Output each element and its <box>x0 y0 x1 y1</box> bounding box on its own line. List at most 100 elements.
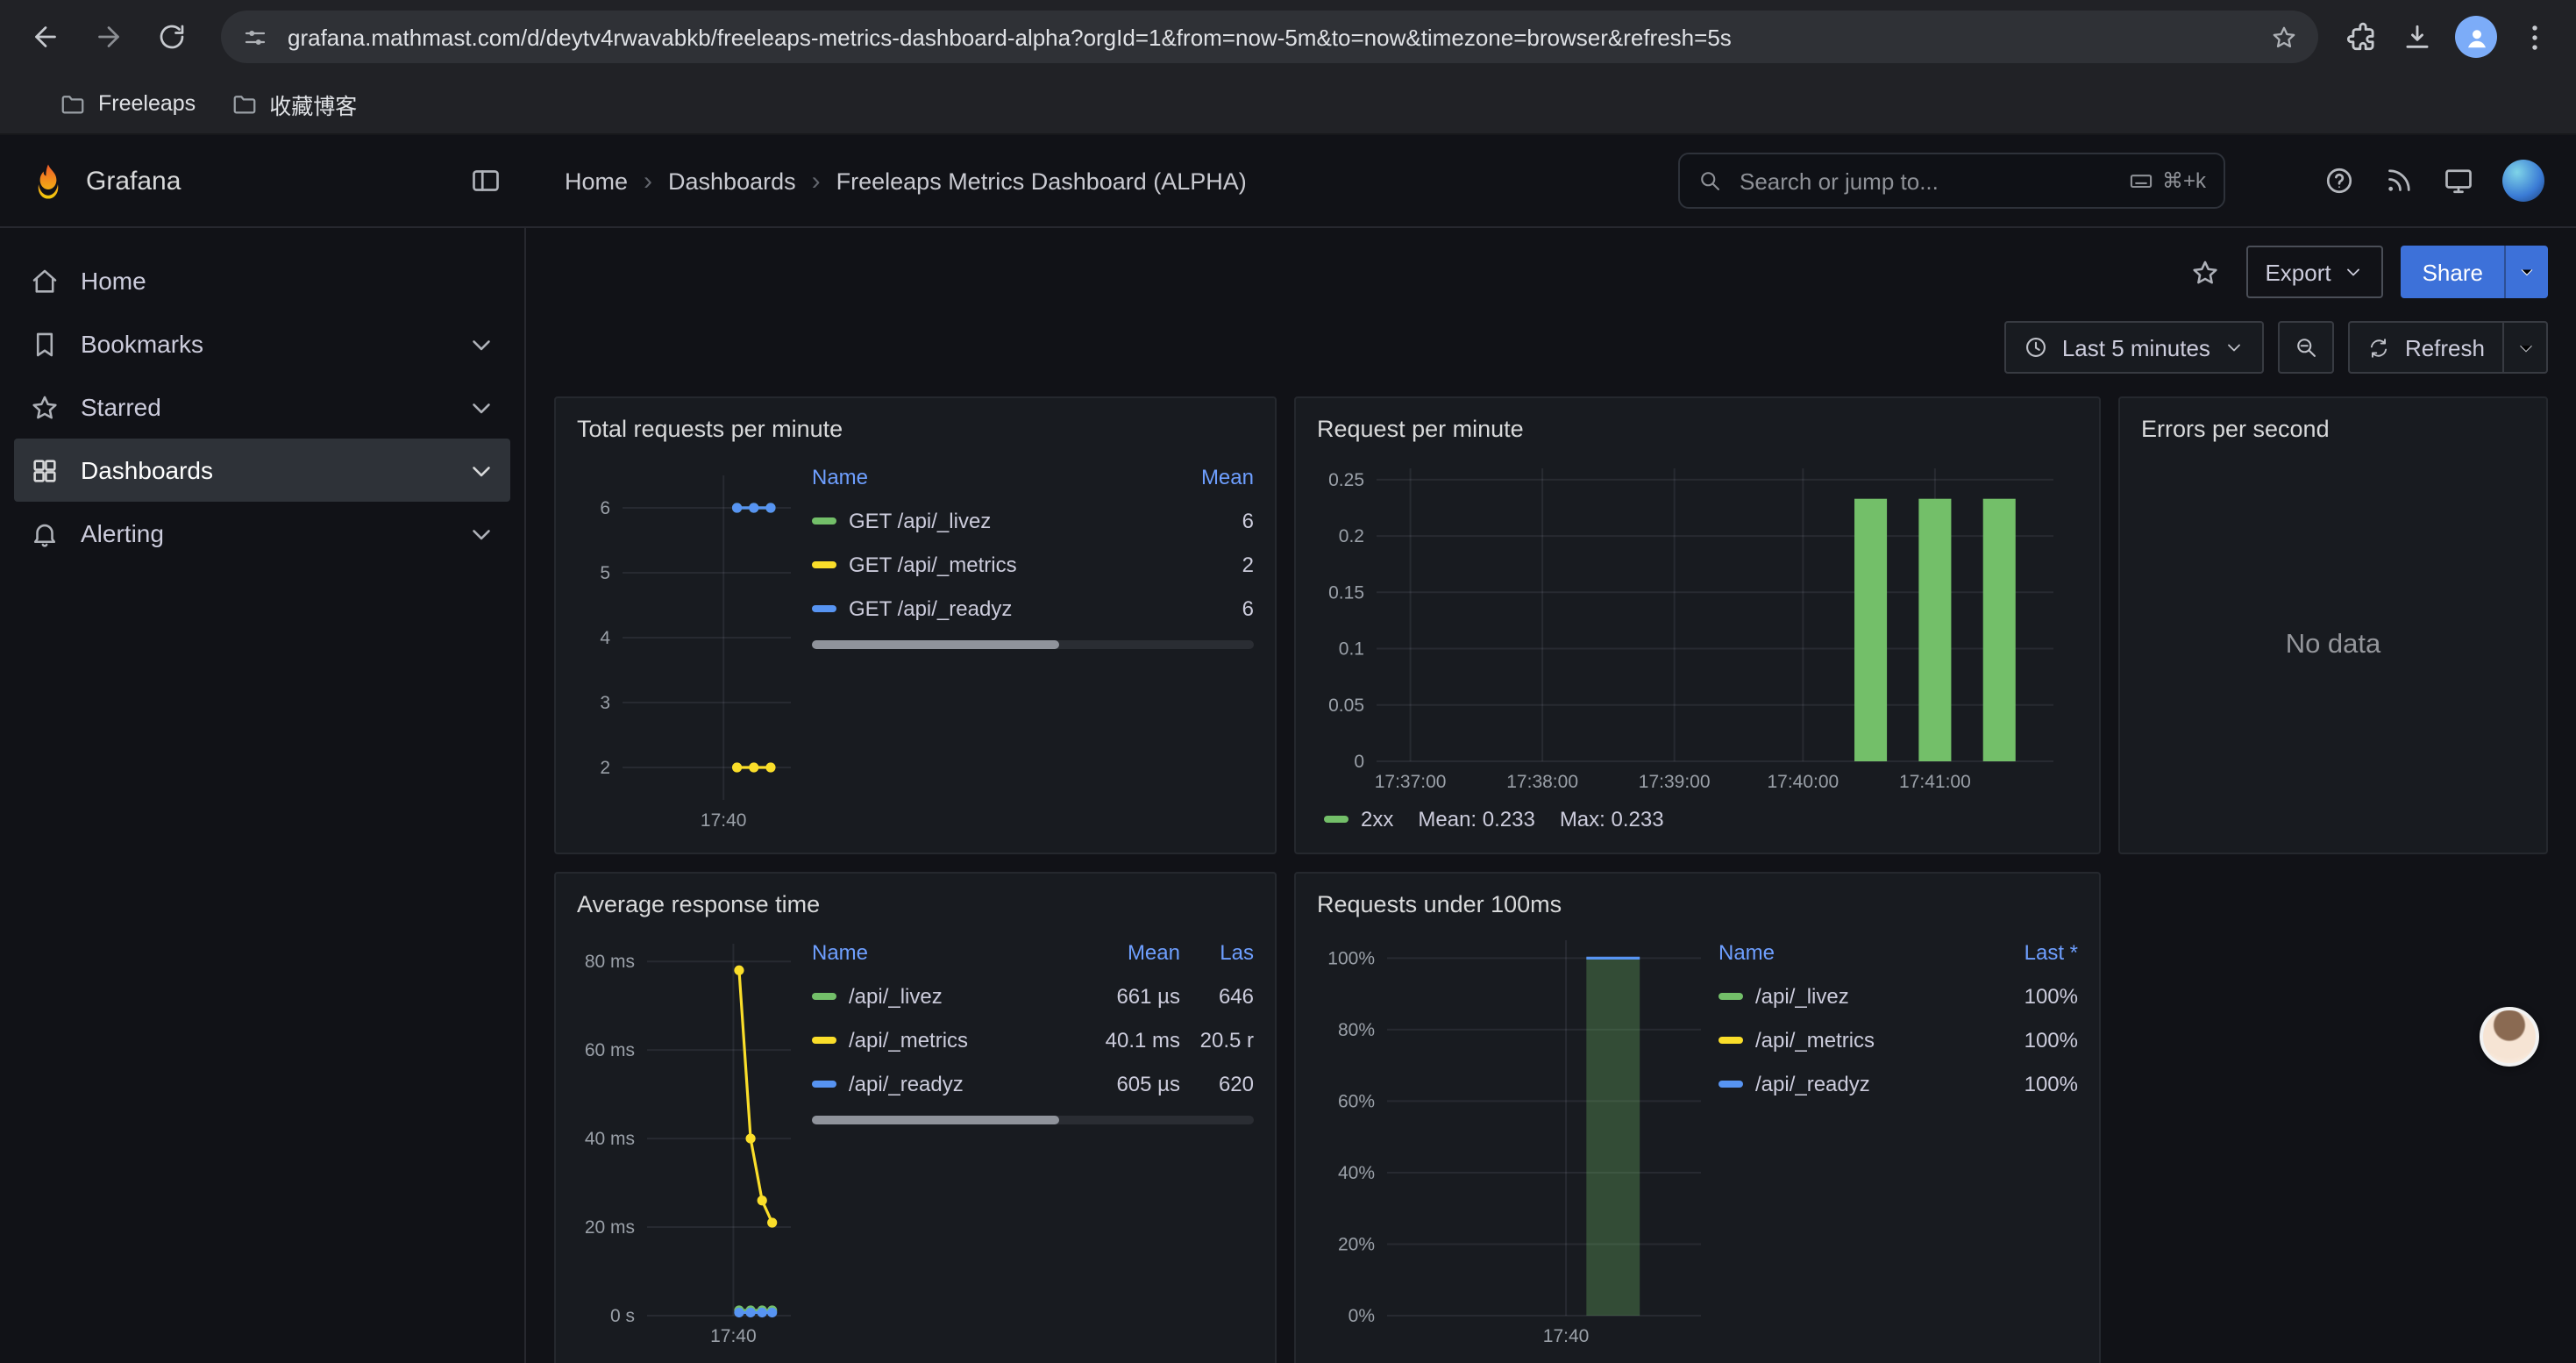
panel-request-per-minute[interactable]: Request per minute 0.250.20.150.10.05017… <box>1294 396 2101 854</box>
svg-text:17:40: 17:40 <box>710 1326 757 1346</box>
svg-text:20 ms: 20 ms <box>585 1217 635 1238</box>
svg-text:40 ms: 40 ms <box>585 1129 635 1149</box>
bookmark-folder-blogs[interactable]: 收藏博客 <box>231 87 357 120</box>
browser-profile-avatar[interactable] <box>2455 16 2497 58</box>
forward-button[interactable] <box>81 9 137 65</box>
scrollbar-thumb[interactable] <box>812 640 1059 649</box>
sidebar-item-home[interactable]: Home <box>14 249 510 312</box>
series-mean: 6 <box>1156 508 1254 532</box>
url-bar[interactable] <box>221 11 2318 63</box>
legend-row: GET /api/_readyz 6 <box>812 586 1254 630</box>
legend-table: Name Mean Las /api/_livez 661 µs 646 /ap… <box>812 926 1254 1124</box>
svg-text:3: 3 <box>600 693 610 713</box>
legend-scrollbar[interactable] <box>812 640 1254 649</box>
panel-title[interactable]: Requests under 100ms <box>1317 884 2078 926</box>
keyboard-icon <box>2129 168 2153 193</box>
series-last: 100% <box>1980 983 2078 1008</box>
panel-requests-under-100ms[interactable]: Requests under 100ms 100%80%60%40%20%0%1… <box>1294 872 2101 1363</box>
panel-title[interactable]: Request per minute <box>1317 409 2078 451</box>
panel-title[interactable]: Total requests per minute <box>577 409 1254 451</box>
folder-icon <box>60 90 86 117</box>
panel-title[interactable]: Errors per second <box>2141 409 2525 451</box>
url-input[interactable] <box>284 22 2255 52</box>
legend-scrollbar[interactable] <box>812 1116 1254 1124</box>
series-mean: 2 <box>1156 552 1254 576</box>
home-icon <box>30 266 60 296</box>
legend-header-name[interactable]: Name <box>812 940 1082 965</box>
legend-header-last[interactable]: Las <box>1180 940 1254 965</box>
extensions-icon[interactable] <box>2346 20 2380 54</box>
refresh-interval-toggle[interactable] <box>2502 323 2546 372</box>
breadcrumb-dashboards[interactable]: Dashboards <box>668 168 796 194</box>
breadcrumb-separator: › <box>644 166 652 196</box>
panel-total-requests[interactable]: Total requests per minute 6543217:40 Nam… <box>554 396 1277 854</box>
zoom-out-icon <box>2295 335 2319 360</box>
legend-header-last[interactable]: Last * <box>1980 940 2078 965</box>
bookmarks-bar: Freeleaps 收藏博客 <box>0 74 2576 135</box>
sidebar-item-label: Alerting <box>81 519 164 547</box>
time-range-picker[interactable]: Last 5 minutes <box>2004 321 2265 374</box>
site-settings-icon[interactable] <box>242 24 268 50</box>
legend-max: Max: 0.233 <box>1560 807 1664 831</box>
series-color-dash <box>1719 1080 1743 1087</box>
svg-text:80 ms: 80 ms <box>585 952 635 972</box>
panel-title[interactable]: Average response time <box>577 884 1254 926</box>
assistant-avatar[interactable] <box>2480 1007 2539 1067</box>
refresh-main[interactable]: Refresh <box>2351 323 2502 372</box>
zoom-out-time-button[interactable] <box>2279 321 2335 374</box>
series-name: GET /api/_readyz <box>849 596 1012 620</box>
user-avatar[interactable] <box>2502 160 2544 202</box>
breadcrumb-home[interactable]: Home <box>565 168 628 194</box>
chevron-down-icon[interactable] <box>466 518 496 548</box>
refresh-button[interactable]: Refresh <box>2349 321 2548 374</box>
back-button[interactable] <box>18 9 74 65</box>
reload-button[interactable] <box>144 9 200 65</box>
series-name: /api/_livez <box>849 983 943 1008</box>
share-button[interactable]: Share <box>2402 246 2548 298</box>
legend-header-name[interactable]: Name <box>812 465 1156 489</box>
sidebar-toggle-icon[interactable] <box>470 165 502 196</box>
chevron-down-icon[interactable] <box>466 455 496 485</box>
browser-menu-icon[interactable] <box>2518 20 2551 54</box>
chevron-down-icon[interactable] <box>466 392 496 422</box>
legend-header-mean[interactable]: Mean <box>1156 465 1254 489</box>
bookmark-folder-freeleaps[interactable]: Freeleaps <box>60 90 196 117</box>
search-shortcut: ⌘+k <box>2129 168 2206 193</box>
bookmark-star-icon[interactable] <box>2271 24 2297 50</box>
breadcrumb-current[interactable]: Freeleaps Metrics Dashboard (ALPHA) <box>836 168 1247 194</box>
legend-row: /api/_metrics 40.1 ms 20.5 r <box>812 1017 1254 1061</box>
panel-average-response-time[interactable]: Average response time 80 ms60 ms40 ms20 … <box>554 872 1277 1363</box>
news-rss-icon[interactable] <box>2383 165 2415 196</box>
grafana-logo-icon[interactable] <box>28 161 68 201</box>
share-label[interactable]: Share <box>2402 246 2504 298</box>
sidebar-item-alerting[interactable]: Alerting <box>14 502 510 565</box>
sidebar-item-starred[interactable]: Starred <box>14 375 510 439</box>
export-button[interactable]: Export <box>2245 246 2383 298</box>
share-menu-toggle[interactable] <box>2504 246 2548 298</box>
series-name: 2xx <box>1361 807 1393 831</box>
sidebar-item-dashboards[interactable]: Dashboards <box>14 439 510 502</box>
bar-chart: 100%80%60%40%20%0%17:40 <box>1317 926 1719 1361</box>
legend-series-2xx[interactable]: 2xx <box>1324 807 1393 831</box>
screen: Freeleaps 收藏博客 Grafana <box>0 0 2576 1363</box>
series-color-dash <box>812 1080 836 1087</box>
sidebar-item-bookmarks[interactable]: Bookmarks <box>14 312 510 375</box>
legend-row: /api/_livez 100% <box>1719 974 2078 1017</box>
display-icon[interactable] <box>2443 165 2474 196</box>
help-icon[interactable] <box>2323 165 2355 196</box>
search-box[interactable]: ⌘+k <box>1678 153 2225 209</box>
series-color-dash <box>812 1036 836 1043</box>
scrollbar-thumb[interactable] <box>812 1116 1059 1124</box>
grafana-brand: Grafana <box>86 166 181 196</box>
panel-errors-per-second[interactable]: Errors per second No data <box>2118 396 2548 854</box>
legend-header-mean[interactable]: Mean <box>1082 940 1180 965</box>
refresh-icon <box>2368 336 2391 359</box>
downloads-icon[interactable] <box>2401 20 2434 54</box>
back-icon <box>30 21 61 53</box>
chevron-down-icon[interactable] <box>466 329 496 359</box>
favorite-dashboard-button[interactable] <box>2182 249 2228 295</box>
breadcrumb-separator: › <box>812 166 821 196</box>
legend-header-name[interactable]: Name <box>1719 940 1980 965</box>
svg-text:17:40: 17:40 <box>1543 1326 1590 1346</box>
search-input[interactable] <box>1736 166 2115 196</box>
